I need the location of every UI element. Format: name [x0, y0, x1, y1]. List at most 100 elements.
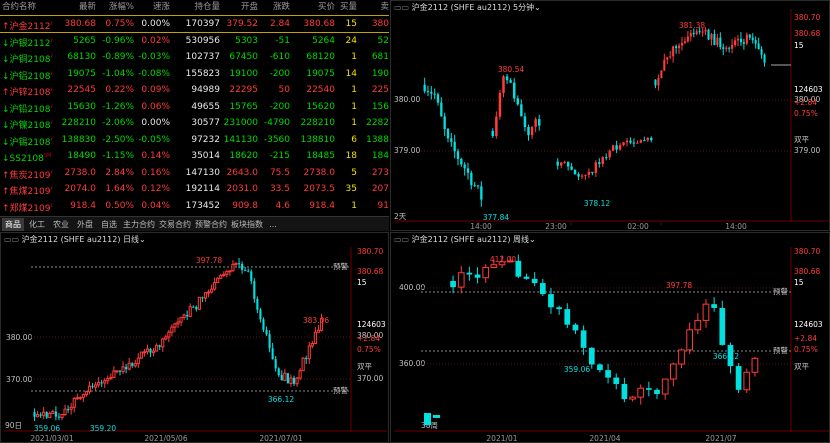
candle-body — [719, 307, 726, 345]
quote-header: 合约名称 最新 涨幅% 速涨 持仓量 开盘 涨跌 买价 买量卖 — [0, 0, 389, 15]
date-label: 2021/07/01 — [259, 434, 302, 443]
candle-body — [643, 140, 646, 142]
cell-open: 15765 — [229, 101, 258, 112]
high-label: 412.00 — [490, 255, 516, 264]
weekly-chart-panel[interactable]: ▭▭ 沪金2112 (SHFE au2112) 周线⌄ 380.70 380.68… — [390, 232, 830, 443]
quote-row[interactable]: ↑沪锌2108ℓ 22545 0.22% 0.09% 94989 22295 50 22540… — [0, 82, 389, 98]
axis-label: 双平 — [357, 362, 372, 371]
column-header[interactable]: 最新 — [50, 0, 96, 15]
candle-body — [654, 389, 660, 395]
tab-7[interactable]: 预警合约 — [194, 218, 228, 231]
candle-body — [763, 54, 766, 63]
tab-9[interactable]: ... — [266, 218, 280, 231]
candle-body — [87, 385, 92, 393]
tab-0[interactable]: 商品 — [2, 218, 24, 231]
candle-body — [125, 366, 128, 370]
tab-4[interactable]: 自选 — [98, 218, 120, 231]
cell-ask: 2282 — [366, 118, 389, 128]
candle-body — [725, 47, 728, 49]
candle-body — [692, 32, 695, 35]
candle-body — [564, 309, 571, 325]
column-header[interactable]: 卖 — [360, 0, 389, 15]
candle-body — [277, 368, 280, 376]
candle-body — [213, 282, 217, 290]
candle-body — [695, 31, 698, 35]
contract-name: 焦炭2109 — [9, 170, 51, 181]
tab-3[interactable]: 外盘 — [74, 218, 96, 231]
daily-chart-panel[interactable]: ▭▭ 沪金2112 (SHFE au2112) 日线⌄ 380.70 380.68… — [0, 232, 389, 443]
candle-body — [548, 294, 554, 308]
axis-label: 380.68 — [794, 267, 820, 276]
tab-1[interactable]: 化工 — [26, 218, 48, 231]
daily-candles[interactable]: 380.70 380.68 15 380.00 124603 +2.84 0.75% 370.… — [1, 233, 390, 443]
weekly-candles[interactable]: 380.70380.6815124603+2.840.75%双平400.0036… — [391, 233, 830, 443]
quote-row[interactable]: ↓沪铜2108ℓ 68130 -0.89% -0.03% 102737 67450 -610… — [0, 49, 389, 65]
high-label: 380.54 — [498, 65, 524, 74]
candle-body — [495, 116, 498, 137]
candle-body — [728, 47, 731, 49]
cell-last: 228210 — [61, 118, 96, 128]
candle-body — [722, 47, 725, 49]
candle-body — [72, 397, 76, 408]
quote-row[interactable]: ↑焦炭2109ℓ 2738.0 2.84% 0.16% 147130 2643.0 75.5… — [0, 165, 389, 181]
intraday-chart-panel[interactable]: ▭▭ 沪金2112 (SHFE au2112) 5分钟⌄ 380.70 380.6… — [390, 0, 830, 231]
candle-body — [669, 56, 672, 58]
cell-open: 18620 — [229, 151, 258, 161]
quote-row[interactable]: ↑焦煤2109ℓ 2074.0 1.64% 0.12% 192114 2031.0 33.5… — [0, 181, 389, 197]
candle-body — [182, 314, 186, 318]
quote-row[interactable]: ↓沪银2112ℓ 5265 -0.96% 0.02% 530956 5303 -51 5264… — [0, 33, 389, 49]
candle-body — [466, 272, 473, 275]
candle-body — [48, 413, 52, 419]
candle-body — [164, 336, 168, 340]
cell-ask: 91 — [377, 200, 389, 211]
cell-chg_pct: 0.22% — [105, 85, 134, 95]
cell-open: 379.52 — [226, 19, 259, 29]
candle-body — [621, 383, 628, 400]
column-header[interactable]: 持仓量 — [172, 0, 220, 15]
candle-body — [127, 362, 131, 370]
cell-oi: 35014 — [191, 151, 220, 161]
cell-open: 67450 — [229, 52, 258, 62]
candle-body — [131, 363, 134, 366]
candle-body — [751, 357, 759, 373]
low-label: 366.12 — [268, 395, 294, 404]
tab-8[interactable]: 板块指数 — [230, 218, 264, 231]
candle-body — [250, 271, 253, 282]
cell-ask: 273 — [371, 167, 389, 178]
column-header[interactable]: 买量 — [337, 0, 357, 15]
column-header[interactable]: 涨幅% — [98, 0, 134, 15]
cell-bid: 228210 — [300, 118, 335, 128]
candle-body — [654, 79, 657, 86]
tab-5[interactable]: 主力合约 — [122, 218, 156, 231]
quote-row[interactable]: ↑郑煤2109ℓ 918.4 0.50% 0.04% 173452 909.8 4.6 918… — [0, 198, 389, 214]
quote-row[interactable]: ↓SS2108SM 18490 -1.15% 0.14% 35014 18620 -215 1… — [0, 148, 389, 164]
candle-body — [707, 29, 710, 40]
candle-body — [686, 329, 694, 351]
cell-chg: -200 — [269, 101, 290, 112]
column-header[interactable]: 买价 — [292, 0, 335, 15]
column-header[interactable]: 速涨 — [136, 0, 170, 15]
tab-6[interactable]: 交易合约 — [158, 218, 192, 231]
cell-bid: 15620 — [306, 101, 335, 112]
price-label: 370.00 — [6, 375, 32, 384]
quote-row[interactable]: ↑沪金2112ℓ 380.68 0.75% 0.00% 170397 379.52 2.84… — [0, 15, 389, 33]
column-header[interactable]: 合约名称 — [2, 0, 46, 15]
column-header[interactable]: 涨跌 — [260, 0, 290, 15]
candle-body — [158, 345, 161, 347]
quote-row[interactable]: ↓沪铅2108ℓ 15630 -1.26% 0.06% 49655 15765 -200 15… — [0, 99, 389, 115]
bar-count: 90日 — [5, 421, 22, 430]
cell-chg_pct: -1.26% — [102, 101, 134, 112]
column-header[interactable]: 开盘 — [222, 0, 258, 15]
quote-row[interactable]: ↓沪镍2108ℓ 228210 -2.06% 0.00% 30577 231000 -479… — [0, 115, 389, 131]
candle-body — [103, 380, 107, 384]
intraday-candles[interactable]: 380.70 380.68 15 380.00 124603 +2.84 0.75% 379.… — [391, 1, 830, 232]
tab-2[interactable]: 农业 — [50, 218, 72, 231]
quote-row[interactable]: ↓沪锡2108ℓ 138830 -2.50% -0.05% 97232 141130 -35… — [0, 132, 389, 148]
candle-body — [573, 169, 577, 175]
candle-body — [45, 412, 48, 418]
candle-body — [556, 161, 559, 166]
candle-body — [115, 370, 119, 373]
candle-body — [450, 138, 453, 142]
quote-row[interactable]: ↓沪铝2108ℓ 19075 -1.04% -0.08% 155823 19100 -200… — [0, 66, 389, 82]
axis-label: +2.84 — [794, 334, 817, 343]
